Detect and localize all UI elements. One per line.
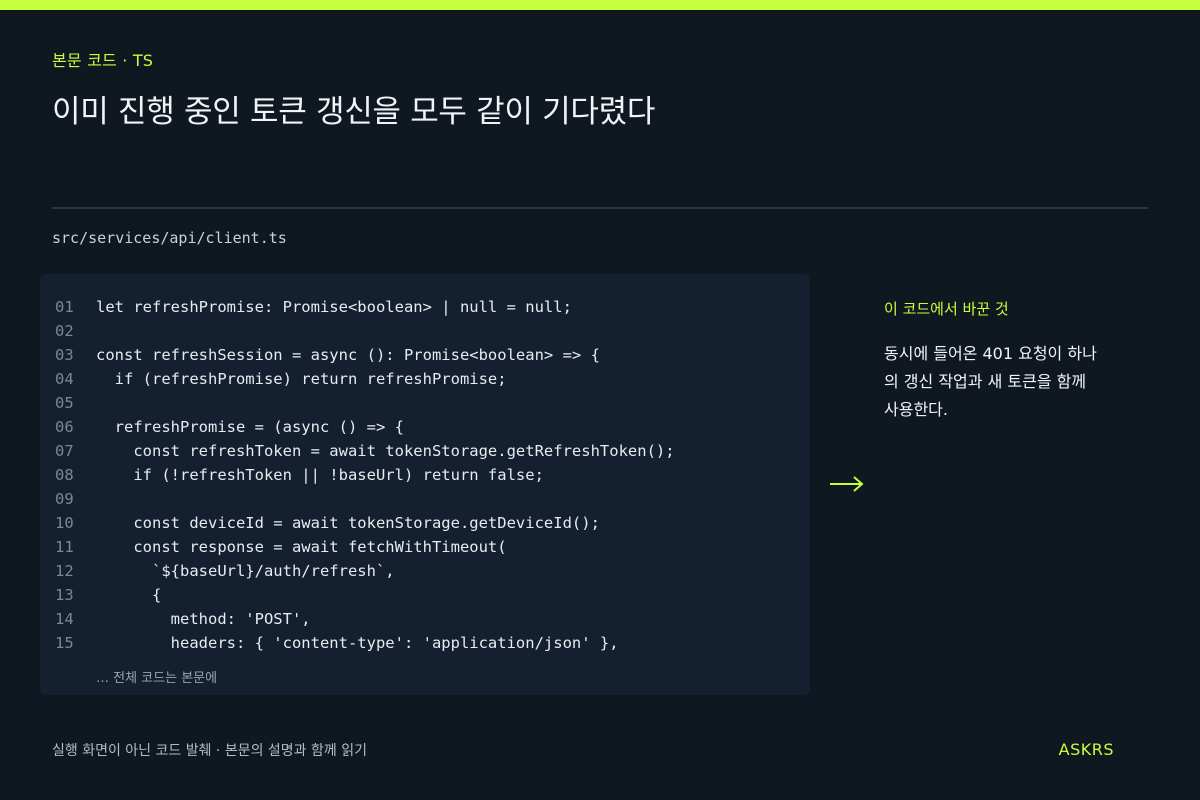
code-line: 06 refreshPromise = (async () => {	[40, 415, 810, 439]
line-code: refreshPromise = (async () => {	[96, 418, 404, 436]
line-number: 05	[55, 394, 74, 412]
code-line: 03 const refreshSession = async (): Promi…	[40, 343, 810, 367]
code-line: 07 const refreshToken = await tokenStora…	[40, 439, 810, 463]
code-footer-note: … 전체 코드는 본문에	[96, 671, 218, 686]
line-number: 11	[55, 538, 74, 556]
line-number: 09	[55, 490, 74, 508]
brand-logo-text: ASKRS	[1058, 740, 1114, 759]
file-path: src/services/api/client.ts	[52, 229, 287, 247]
divider	[52, 207, 1148, 209]
eyebrow-label: 본문 코드 · TS	[52, 51, 154, 70]
code-line: 04 if (refreshPromise) return refreshPro…	[40, 367, 810, 391]
change-description: 동시에 들어온 401 요청이 하나의 갱신 작업과 새 토큰을 함께 사용한다…	[884, 344, 1097, 419]
code-line: 08 if (!refreshToken || !baseUrl) return…	[40, 463, 810, 487]
line-code: `${baseUrl}/auth/refresh`,	[96, 562, 395, 580]
line-number: 06	[55, 418, 74, 436]
code-line: 15 headers: { 'content-type': 'applicati…	[40, 631, 810, 655]
line-code: if (!refreshToken || !baseUrl) return fa…	[96, 466, 544, 484]
line-code: headers: { 'content-type': 'application/…	[96, 634, 619, 652]
code-line: 01 let refreshPromise: Promise<boolean> |…	[40, 295, 810, 319]
line-number: 10	[55, 514, 74, 532]
line-number: 02	[55, 322, 74, 340]
code-line: 14 method: 'POST',	[40, 607, 810, 631]
line-code: const deviceId = await tokenStorage.getD…	[96, 514, 600, 532]
line-code: {	[96, 586, 162, 604]
line-number: 01	[55, 298, 74, 316]
line-number: 14	[55, 610, 74, 628]
code-line: 05	[40, 391, 810, 415]
footer-note: 실행 화면이 아닌 코드 발췌 · 본문의 설명과 함께 읽기	[52, 743, 367, 759]
code-line: 11 const response = await fetchWithTimeo…	[40, 535, 810, 559]
line-number: 03	[55, 346, 74, 364]
line-number: 13	[55, 586, 74, 604]
page-title: 이미 진행 중인 토큰 갱신을 모두 같이 기다렸다	[52, 94, 656, 130]
accent-top-bar	[0, 0, 1200, 10]
code-line: 02	[40, 319, 810, 343]
code-lines: 01 let refreshPromise: Promise<boolean> |…	[40, 295, 810, 655]
line-number: 04	[55, 370, 74, 388]
line-number: 08	[55, 466, 74, 484]
code-line: 09	[40, 487, 810, 511]
change-label: 이 코드에서 바꾼 것	[884, 300, 1009, 318]
line-code: const refreshToken = await tokenStorage.…	[96, 442, 675, 460]
line-number: 12	[55, 562, 74, 580]
code-line: 13 {	[40, 583, 810, 607]
code-line: 12 `${baseUrl}/auth/refresh`,	[40, 559, 810, 583]
line-code: if (refreshPromise) return refreshPromis…	[96, 370, 507, 388]
arrow-right-icon	[830, 476, 864, 492]
line-code: method: 'POST',	[96, 610, 311, 628]
line-number: 07	[55, 442, 74, 460]
line-code: const response = await fetchWithTimeout(	[96, 538, 507, 556]
code-line: 10 const deviceId = await tokenStorage.g…	[40, 511, 810, 535]
line-number: 15	[55, 634, 74, 652]
line-code: let refreshPromise: Promise<boolean> | n…	[96, 298, 572, 316]
code-panel: 01 let refreshPromise: Promise<boolean> |…	[40, 274, 810, 695]
line-code: const refreshSession = async (): Promise…	[96, 346, 600, 364]
